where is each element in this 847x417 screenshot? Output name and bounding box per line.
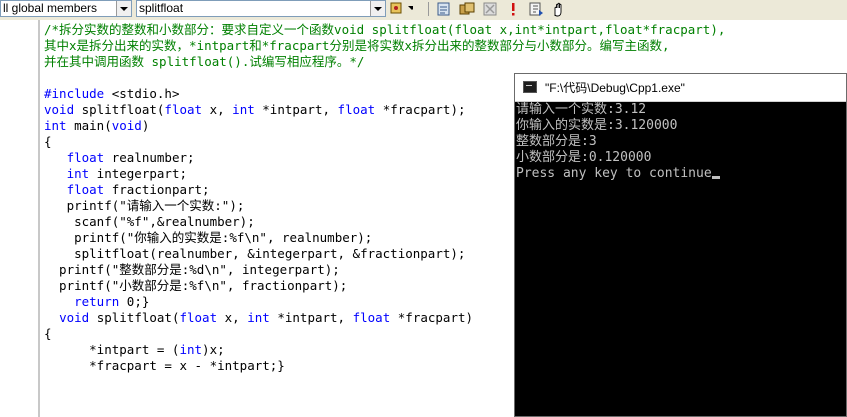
code-token: 0;} (119, 294, 150, 309)
build-stop-icon[interactable] (482, 1, 498, 17)
console-line: Press any key to continue (516, 166, 720, 182)
console-line-text: 请输入一个实数:3.12 (516, 102, 647, 117)
code-token: float (164, 102, 203, 117)
code-token: x, (202, 102, 233, 117)
code-token: integerpart; (89, 166, 187, 181)
code-token: realnumber; (104, 150, 195, 165)
code-token: printf("整数部分是:%d\n", integerpart); (44, 262, 340, 277)
function-combo[interactable]: splitfloat (136, 0, 386, 17)
code-token: <stdio.h> (104, 86, 180, 101)
code-token: int (232, 102, 255, 117)
code-line[interactable]: 并在其中调用函数 splitfloat().试编写相应程序。*/ (44, 54, 725, 70)
code-token: x, (217, 310, 248, 325)
chevron-down-icon[interactable] (116, 1, 131, 16)
console-line-text: 整数部分是:3 (516, 134, 597, 149)
console-titlebar[interactable]: "F:\代码\Debug\Cpp1.exe" (515, 74, 846, 102)
code-token: printf("请输入一个实数:"); (44, 198, 245, 213)
console-line-text: Press any key to continue (516, 166, 712, 181)
code-token: *intpart, (254, 102, 338, 117)
gutter-divider (38, 20, 40, 417)
code-token: return (74, 294, 120, 309)
code-token: printf("小数部分是:%f\n", fractionpart); (44, 278, 348, 293)
function-combo-value: splitfloat (139, 1, 184, 15)
code-token: int (66, 166, 90, 181)
code-token: { (44, 134, 52, 149)
console-title: "F:\代码\Debug\Cpp1.exe" (545, 81, 685, 95)
class-wizard-icon[interactable] (389, 0, 405, 16)
editor-gutter[interactable] (0, 20, 40, 417)
code-token: void (44, 102, 75, 117)
console-window[interactable]: "F:\代码\Debug\Cpp1.exe" 请输入一个实数:3.12 你输入的实… (514, 73, 847, 417)
code-token: void (59, 310, 90, 325)
code-token: /*拆分实数的整数和小数部分：要求自定义一个函数void splitfloat(… (44, 22, 726, 37)
go-icon[interactable] (528, 1, 544, 17)
code-token: int (179, 342, 203, 357)
code-token: splitfloat( (89, 310, 180, 325)
console-line-text: 小数部分是:0.120000 (516, 150, 652, 165)
code-token: int (247, 310, 270, 325)
code-token: fractionpart; (104, 182, 210, 197)
console-app-icon (523, 81, 537, 93)
hand-icon[interactable] (550, 1, 566, 17)
chevron-down-icon[interactable] (370, 1, 385, 16)
build-icon[interactable] (459, 1, 475, 17)
console-cursor (711, 176, 720, 179)
toolbar-separator (428, 2, 429, 16)
console-line: 请输入一个实数:3.12 (516, 102, 720, 118)
console-line-text: 你输入的实数是:3.120000 (516, 118, 678, 133)
code-line[interactable]: 其中x是拆分出来的实数，*intpart和*fracpart分别是将实数x拆分出… (44, 38, 725, 54)
code-token: float (352, 310, 391, 325)
chevron-down-icon[interactable] (405, 0, 413, 15)
members-combo-value: ll global members (3, 1, 98, 15)
code-token: main( (66, 118, 112, 133)
code-token: ) (141, 118, 150, 133)
code-token: *fracpart); (375, 102, 466, 117)
code-token: { (44, 326, 52, 341)
console-line: 你输入的实数是:3.120000 (516, 118, 720, 134)
code-token: splitfloat( (74, 102, 165, 117)
execute-icon[interactable] (505, 1, 521, 17)
code-token: float (66, 182, 105, 197)
code-token: float (337, 102, 376, 117)
code-token: splitfloat(realnumber, &integerpart, &fr… (44, 246, 466, 261)
code-token: *intpart, (269, 310, 353, 325)
members-combo[interactable]: ll global members (0, 0, 132, 17)
code-token: float (66, 150, 105, 165)
code-token: int (44, 118, 67, 133)
toolbar: ll global members splitfloat (0, 0, 847, 21)
console-line: 小数部分是:0.120000 (516, 150, 720, 166)
code-token: *fracpart = x - *intpart;} (44, 358, 285, 373)
code-token: printf("你输入的实数是:%f\n", realnumber); (44, 230, 373, 245)
code-token: scanf("%f",&realnumber); (44, 214, 255, 229)
code-token: 其中x是拆分出来的实数，*intpart和*fracpart分别是将实数x拆分出… (44, 38, 670, 53)
console-output: 请输入一个实数:3.12 你输入的实数是:3.120000 整数部分是:3 小数部分是… (516, 102, 720, 182)
code-token: )x; (202, 342, 225, 357)
console-line: 整数部分是:3 (516, 134, 720, 150)
wizard-dropdown[interactable] (389, 0, 413, 17)
code-token: *intpart = ( (44, 342, 180, 357)
code-token: float (179, 310, 218, 325)
code-line[interactable]: /*拆分实数的整数和小数部分：要求自定义一个函数void splitfloat(… (44, 22, 725, 38)
code-token: void (111, 118, 142, 133)
code-token: *fracpart) (390, 310, 474, 325)
code-token: 并在其中调用函数 splitfloat().试编写相应程序。*/ (44, 54, 365, 69)
compile-icon[interactable] (436, 1, 452, 17)
code-token: #include (44, 86, 105, 101)
